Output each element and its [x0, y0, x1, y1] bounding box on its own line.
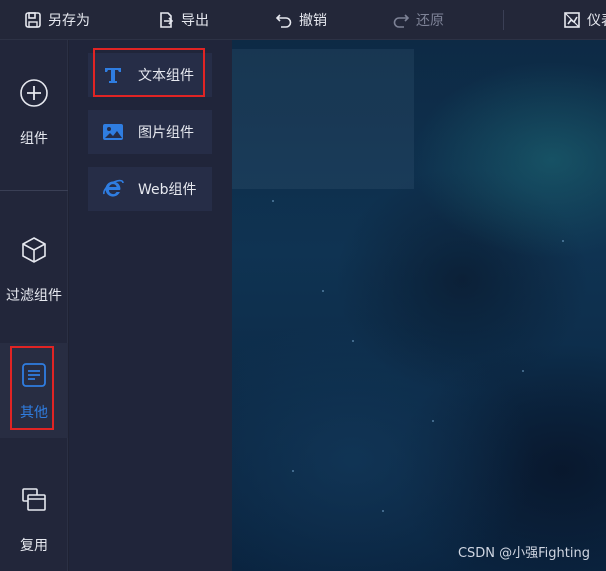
nav-item-label: 其他: [20, 405, 48, 421]
watermark-text: CSDN @小强Fighting: [457, 546, 590, 561]
export-icon: [157, 11, 175, 29]
star-dot: [322, 290, 324, 292]
component-panel: 文本组件 图片组件 Web组件: [69, 40, 232, 571]
left-nav: 组件 过滤组件 其他 复用: [0, 40, 68, 571]
star-dot: [432, 420, 434, 422]
redo-label: 还原: [416, 13, 444, 29]
web-component-label: Web组件: [138, 182, 197, 198]
save-as-label: 另存为: [48, 13, 90, 29]
undo-icon: [275, 11, 293, 29]
nav-item-label: 复用: [20, 538, 48, 554]
export-button[interactable]: 导出: [157, 0, 209, 40]
nav-item-label: 组件: [20, 131, 48, 147]
redo-icon: [392, 11, 410, 29]
image-component-item[interactable]: 图片组件: [88, 110, 212, 154]
list-card-icon: [21, 362, 47, 388]
web-component-item[interactable]: Web组件: [88, 167, 212, 211]
image-icon: [88, 122, 138, 142]
star-dot: [522, 370, 524, 372]
text-component-label: 文本组件: [138, 68, 194, 84]
undo-label: 撤销: [299, 13, 327, 29]
canvas-placeholder-box[interactable]: [232, 49, 414, 189]
web-e-icon: [88, 178, 138, 200]
star-dot: [382, 510, 384, 512]
undo-button[interactable]: 撤销: [275, 0, 327, 40]
plus-circle-icon: [19, 78, 49, 108]
nav-item-reuse[interactable]: 复用: [0, 487, 68, 567]
stacked-windows-icon: [21, 487, 47, 513]
redo-button[interactable]: 还原: [392, 0, 444, 40]
star-dot: [272, 200, 274, 202]
cube-icon: [20, 235, 48, 265]
toolbar-divider: [503, 10, 504, 30]
nav-item-components[interactable]: 组件: [0, 78, 68, 178]
nav-item-other[interactable]: 其他: [0, 343, 68, 438]
text-component-item[interactable]: 文本组件: [88, 53, 212, 97]
dashboard-button[interactable]: 仪表: [563, 0, 606, 40]
editor-window: 另存为 导出 撤销 还原 仪表: [0, 0, 606, 571]
design-canvas[interactable]: CSDN @小强Fighting: [232, 40, 606, 571]
dashboard-icon: [563, 11, 581, 29]
star-dot: [352, 340, 354, 342]
star-dot: [292, 470, 294, 472]
image-component-label: 图片组件: [138, 125, 194, 141]
top-toolbar: 另存为 导出 撤销 还原 仪表: [0, 0, 606, 40]
save-icon: [24, 11, 42, 29]
save-as-button[interactable]: 另存为: [24, 0, 90, 40]
export-label: 导出: [181, 13, 209, 29]
text-t-icon: [88, 65, 138, 85]
nav-item-filter-components[interactable]: 过滤组件: [0, 235, 68, 335]
dashboard-label: 仪表: [587, 13, 606, 29]
star-dot: [562, 240, 564, 242]
nav-divider: [0, 190, 68, 191]
nav-item-label: 过滤组件: [6, 288, 62, 304]
